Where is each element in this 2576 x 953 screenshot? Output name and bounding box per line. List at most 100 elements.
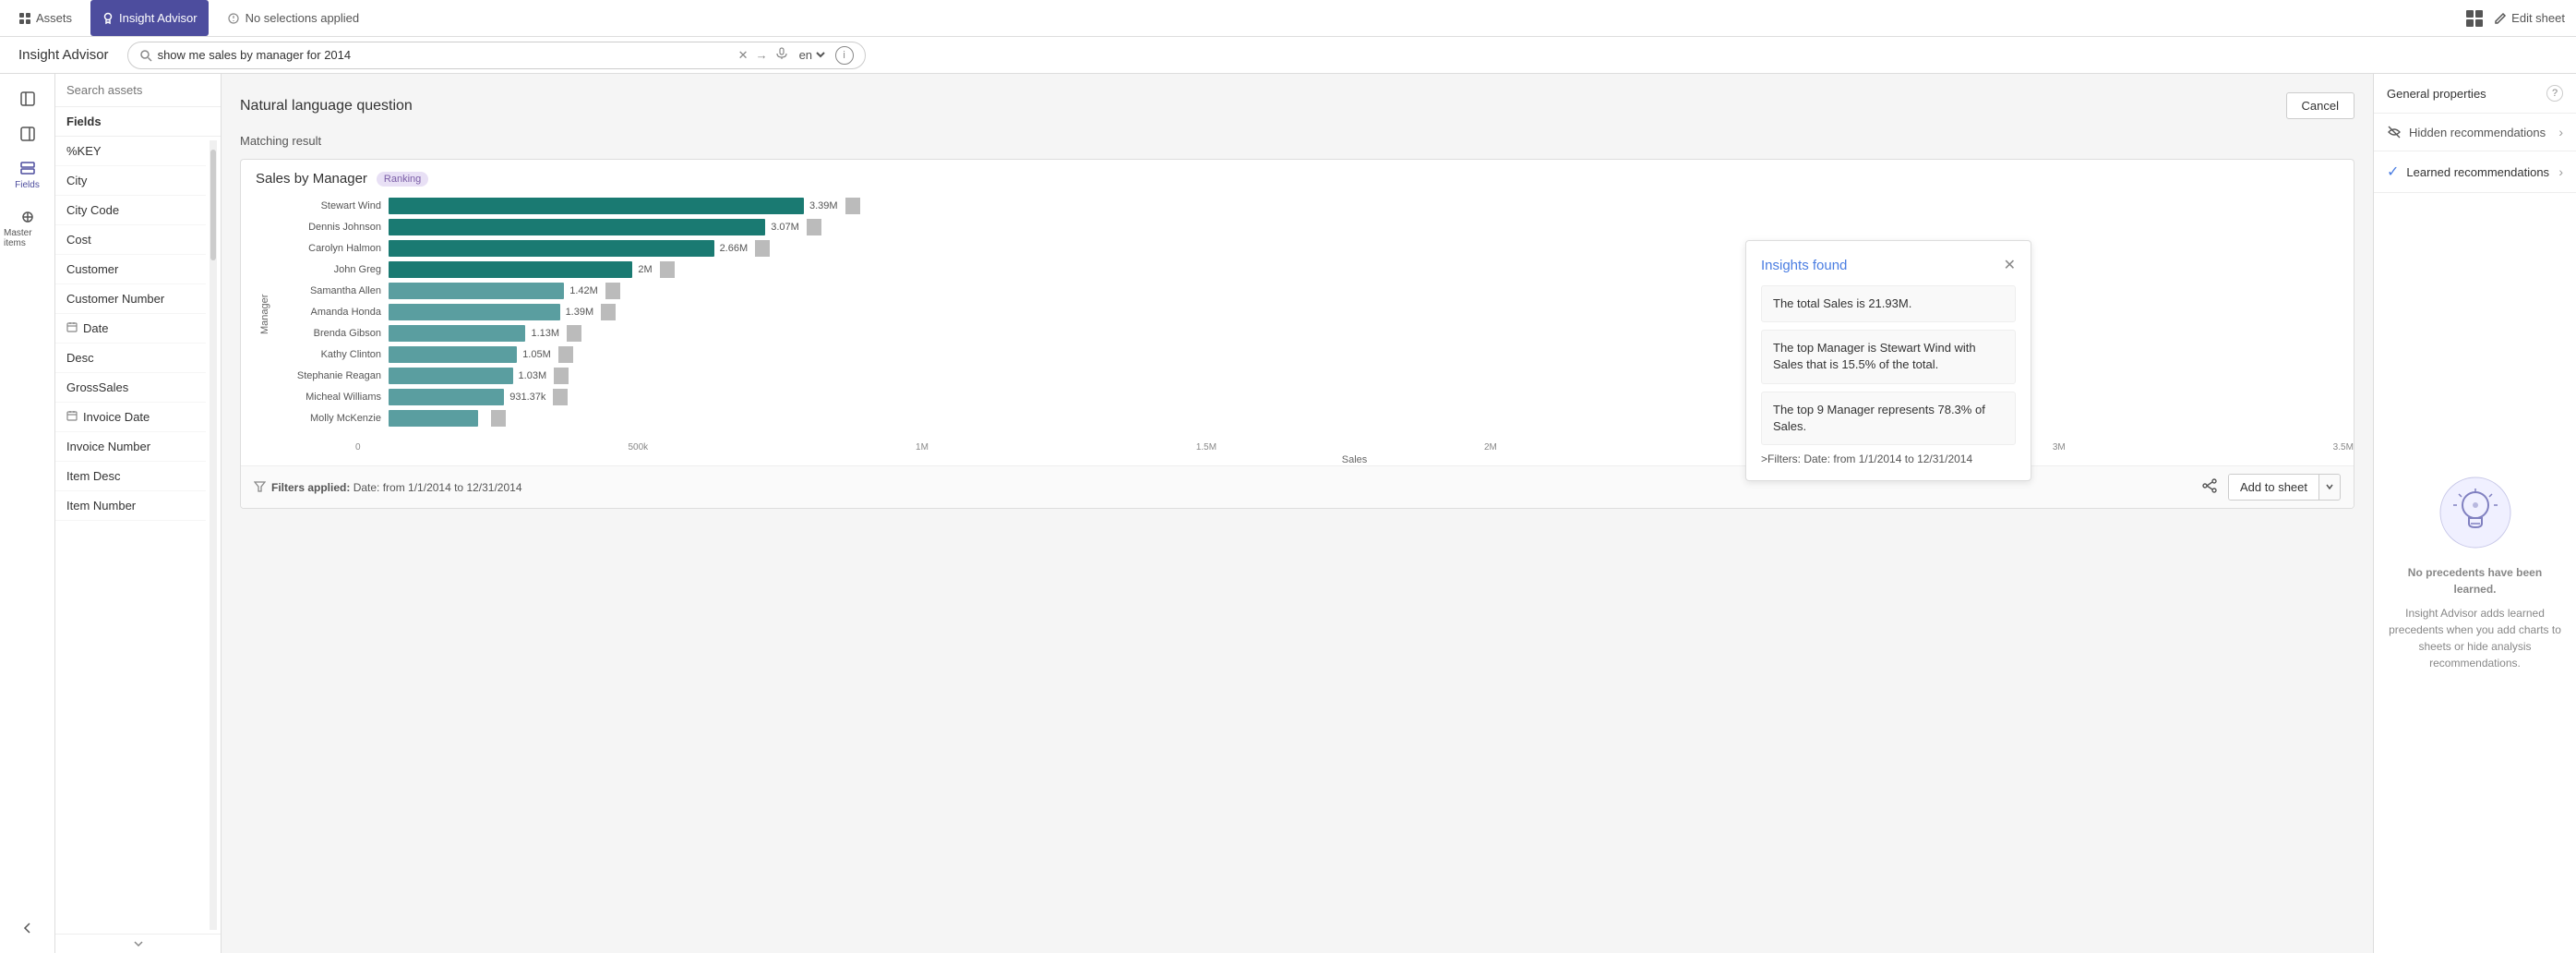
bar-mini: [601, 304, 616, 320]
fields-search-input[interactable]: [66, 83, 210, 97]
filter-info: Filters applied: Date: from 1/1/2014 to …: [254, 481, 522, 494]
bar-value: 1.13M: [531, 328, 559, 339]
insight-filter-note: >Filters: Date: from 1/1/2014 to 12/31/2…: [1761, 452, 2016, 465]
field-item[interactable]: Item Desc: [55, 462, 206, 491]
bar-value: 3.39M: [809, 200, 838, 211]
bar-mini: [553, 389, 568, 405]
field-item[interactable]: GrossSales: [55, 373, 206, 403]
bar-label: Stephanie Reagan: [278, 370, 389, 381]
hidden-recommendations-item[interactable]: Hidden recommendations ›: [2374, 114, 2576, 151]
field-item[interactable]: Date: [55, 314, 206, 344]
search-actions: ✕ → en fr de i: [738, 46, 854, 65]
fields-scroll-down[interactable]: [55, 934, 221, 953]
fields-sidebar: Fields %KEYCityCity CodeCostCustomerCust…: [55, 74, 222, 953]
bar-value: 1.05M: [522, 349, 551, 360]
share-button[interactable]: [2199, 475, 2221, 500]
right-panel-title: General properties: [2387, 87, 2486, 101]
calendar-icon: [66, 321, 78, 335]
field-item[interactable]: Customer: [55, 255, 206, 284]
bar-mini: [558, 346, 573, 363]
bar-fill: [389, 261, 632, 278]
field-item-label: Item Number: [66, 499, 136, 513]
bar-label: Micheal Williams: [278, 392, 389, 403]
field-item[interactable]: Invoice Date: [55, 403, 206, 432]
chart-card: Sales by Manager Ranking Manager Stewart…: [240, 159, 2354, 509]
x-axis-tick: 500k: [628, 442, 648, 452]
edit-sheet-button[interactable]: Edit sheet: [2494, 11, 2565, 25]
add-to-sheet-button[interactable]: Add to sheet: [2229, 475, 2318, 500]
bar-label: Stewart Wind: [278, 200, 389, 211]
bar-container: 2M: [389, 261, 2339, 278]
bar-mini: [807, 219, 821, 235]
chart-title: Sales by Manager: [256, 171, 367, 187]
language-select[interactable]: en fr de: [796, 47, 828, 63]
cancel-button[interactable]: Cancel: [2286, 92, 2354, 119]
field-item[interactable]: Invoice Number: [55, 432, 206, 462]
fields-scroll-track[interactable]: [210, 140, 217, 930]
bar-label: Amanda Honda: [278, 307, 389, 318]
left-icon-panel: Fields Master items: [0, 74, 55, 953]
info-icon[interactable]: i: [835, 46, 854, 65]
field-item-label: City Code: [66, 203, 119, 217]
bar-label: John Greg: [278, 264, 389, 275]
bar-fill: [389, 368, 513, 384]
sidebar-item-master-items[interactable]: Master items: [0, 201, 54, 256]
field-item[interactable]: Customer Number: [55, 284, 206, 314]
collapse-sidebar-button[interactable]: [0, 912, 54, 944]
field-item[interactable]: Cost: [55, 225, 206, 255]
field-item-label: Customer Number: [66, 292, 164, 306]
x-axis-tick: 1.5M: [1196, 442, 1216, 452]
bar-label: Carolyn Halmon: [278, 243, 389, 254]
eye-off-icon: [2387, 125, 2402, 139]
bar-container: 1.13M: [389, 325, 2339, 342]
chart-x-axis: 0500k1M1.5M2M2.5M3M3.5M: [241, 439, 2354, 452]
clear-search-icon[interactable]: ✕: [738, 48, 749, 63]
right-panel-header: General properties ?: [2374, 74, 2576, 114]
insight-card: The top 9 Manager represents 78.3% of Sa…: [1761, 392, 2016, 445]
assets-nav-item[interactable]: Assets: [11, 11, 79, 25]
insight-cards-container: The total Sales is 21.93M.The top Manage…: [1761, 285, 2016, 445]
checkmark-icon: ✓: [2387, 163, 2399, 181]
insight-advisor-tab[interactable]: Insight Advisor: [90, 0, 209, 36]
filter-label: Filters applied: Date: from 1/1/2014 to …: [271, 481, 522, 494]
bar-value: 1.39M: [566, 307, 594, 318]
field-item[interactable]: Desc: [55, 344, 206, 373]
field-item-label: Cost: [66, 233, 91, 247]
field-item[interactable]: City Code: [55, 196, 206, 225]
fields-search-area[interactable]: [55, 74, 221, 107]
fields-scroll-thumb[interactable]: [210, 150, 216, 260]
insight-advisor-label: Insight Advisor: [119, 11, 198, 25]
sidebar-item-fields[interactable]: Fields: [0, 153, 54, 198]
bar-value: 1.42M: [569, 285, 598, 296]
bar-mini: [755, 240, 770, 257]
calendar-icon: [66, 410, 78, 424]
search-input[interactable]: [158, 48, 738, 62]
right-panel: General properties ? Hidden recommendati…: [2373, 74, 2576, 953]
no-precedents-title: No precedents have been learned.: [2389, 564, 2561, 597]
grid-view-icon[interactable]: [2464, 8, 2485, 29]
bar-value: 2.66M: [720, 243, 749, 254]
field-item[interactable]: City: [55, 166, 206, 196]
assets-label: Assets: [36, 11, 72, 25]
chart-area: Manager Stewart Wind 3.39M Dennis Johnso…: [241, 198, 2354, 439]
mic-icon[interactable]: [775, 47, 788, 63]
sidebar-item-toggle-panel[interactable]: [0, 83, 54, 115]
sidebar-item-collapse[interactable]: [0, 118, 54, 150]
bar-label: Samantha Allen: [278, 285, 389, 296]
learned-recommendations-item[interactable]: ✓ Learned recommendations ›: [2374, 151, 2576, 193]
search-input-wrap[interactable]: ✕ → en fr de i: [127, 42, 866, 69]
bar-container: 1.42M: [389, 283, 2339, 299]
bar-fill: [389, 389, 504, 405]
chart-y-axis-label: Manager: [256, 198, 274, 431]
field-item[interactable]: %KEY: [55, 137, 206, 166]
x-axis-tick: 2M: [1484, 442, 1497, 452]
insights-close-button[interactable]: ✕: [2004, 256, 2016, 274]
help-icon[interactable]: ?: [2546, 85, 2563, 102]
field-item[interactable]: Item Number: [55, 491, 206, 521]
add-to-sheet-dropdown[interactable]: [2318, 475, 2340, 500]
add-to-sheet-group: Add to sheet: [2228, 474, 2341, 501]
arrow-icon[interactable]: →: [756, 48, 768, 62]
insight-card: The top Manager is Stewart Wind with Sal…: [1761, 330, 2016, 383]
bar-fill: [389, 304, 560, 320]
bar-fill: [389, 240, 714, 257]
